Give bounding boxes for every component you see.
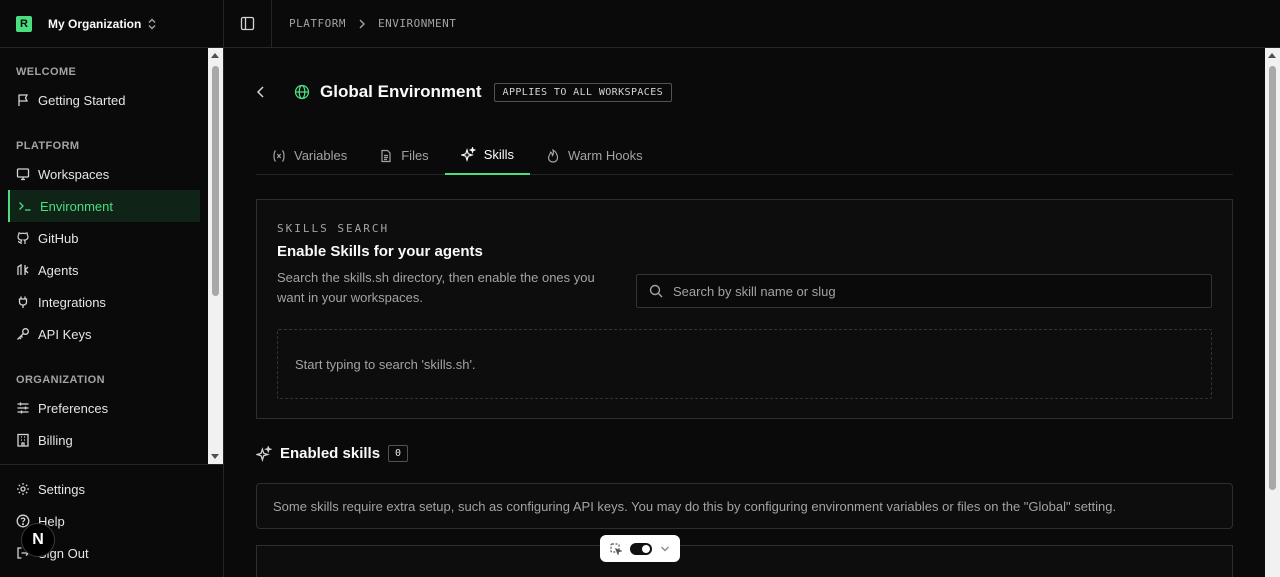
sidebar-item-billing[interactable]: Billing [0, 424, 208, 456]
sidebar: R My Organization WELCOME Getting Starte… [0, 0, 224, 577]
sidebar-item-environment[interactable]: Environment [8, 190, 200, 222]
tab-label: Variables [294, 148, 348, 163]
top-bar: PLATFORM ENVIRONMENT [224, 0, 1280, 48]
sidebar-item-label: GitHub [38, 230, 79, 246]
scroll-down-arrow-icon[interactable] [211, 454, 219, 459]
agents-icon [16, 263, 30, 277]
sidebar-toggle-button[interactable] [224, 0, 272, 48]
nav-section-platform: PLATFORM [16, 140, 80, 152]
monitor-icon [16, 167, 30, 181]
scope-badge: APPLIES TO ALL WORKSPACES [493, 82, 673, 102]
app: R My Organization WELCOME Getting Starte… [0, 0, 1280, 577]
gear-icon [16, 482, 30, 496]
sidebar-nav: WELCOME Getting Started PLATFORM Workspa… [0, 48, 208, 464]
sidebar-scrollbar[interactable] [208, 48, 223, 464]
skills-search-card: SKILLS SEARCH Enable Skills for your age… [256, 199, 1233, 419]
sidebar-item-github[interactable]: GitHub [0, 222, 208, 254]
sidebar-item-preferences[interactable]: Preferences [0, 392, 208, 424]
setup-note: Some skills require extra setup, such as… [256, 483, 1233, 529]
terminal-icon [18, 199, 32, 213]
sidebar-item-label: API Keys [38, 326, 92, 342]
skills-search-field[interactable] [636, 274, 1212, 308]
tab-bar: Variables Files Skills Warm Hooks [256, 136, 1233, 175]
sparkles-icon [256, 445, 272, 462]
scrollbar-thumb[interactable] [212, 66, 219, 296]
search-icon [649, 284, 663, 298]
tab-label: Warm Hooks [568, 148, 643, 163]
tab-label: Files [401, 148, 429, 163]
sidebar-item-api-keys[interactable]: API Keys [0, 318, 208, 350]
breadcrumb-environment: ENVIRONMENT [377, 17, 457, 30]
chevron-up-down-icon [147, 18, 157, 30]
main-scrollbar[interactable] [1265, 48, 1280, 577]
flag-icon [16, 93, 30, 107]
globe-icon [294, 84, 310, 100]
variable-icon [272, 149, 286, 163]
enabled-skills-list [256, 545, 1233, 577]
sidebar-item-settings[interactable]: Settings [0, 473, 223, 505]
panel-left-icon [240, 16, 255, 31]
file-icon [379, 149, 393, 163]
sidebar-item-label: Workspaces [38, 166, 110, 182]
sidebar-item-label: Settings [38, 481, 85, 497]
chevron-right-icon [358, 19, 366, 29]
sidebar-item-label: Preferences [38, 400, 109, 416]
scroll-up-arrow-icon[interactable] [1268, 53, 1276, 58]
tab-files[interactable]: Files [363, 136, 444, 175]
dev-toggle-switch[interactable] [630, 542, 652, 555]
breadcrumb-platform[interactable]: PLATFORM [289, 17, 346, 30]
sidebar-item-label: Getting Started [38, 92, 126, 108]
main-content: Global Environment APPLIES TO ALL WORKSP… [224, 48, 1265, 577]
page-title: Global Environment [320, 82, 482, 101]
sidebar-item-label: Integrations [38, 294, 106, 310]
sidebar-item-label: Environment [40, 198, 113, 214]
sliders-icon [16, 401, 30, 415]
tab-skills[interactable]: Skills [444, 136, 531, 175]
plug-icon [16, 295, 30, 309]
scroll-up-arrow-icon[interactable] [211, 53, 219, 58]
sidebar-item-agents[interactable]: Agents [0, 254, 208, 286]
pointer-icon[interactable] [610, 542, 622, 555]
chevron-down-icon[interactable] [660, 545, 670, 553]
sidebar-item-integrations[interactable]: Integrations [0, 286, 208, 318]
sidebar-item-getting-started[interactable]: Getting Started [0, 84, 208, 116]
sidebar-item-label: Agents [38, 262, 79, 278]
nav-section-welcome: WELCOME [16, 66, 77, 78]
skills-search-input[interactable] [673, 283, 1173, 299]
sidebar-item-workspaces[interactable]: Workspaces [0, 158, 208, 190]
key-icon [16, 327, 30, 341]
enabled-skills-title: Enabled skills [280, 445, 381, 462]
page-header: Global Environment APPLIES TO ALL WORKSP… [256, 82, 673, 102]
back-button[interactable] [256, 85, 284, 99]
tab-warm-hooks[interactable]: Warm Hooks [530, 136, 659, 175]
breadcrumb: PLATFORM ENVIRONMENT [289, 17, 456, 30]
section-kicker: SKILLS SEARCH [277, 222, 390, 235]
dev-toolbar[interactable] [600, 535, 680, 562]
org-switcher[interactable]: R My Organization [0, 0, 223, 48]
org-logo: R [16, 15, 32, 32]
section-title: Enable Skills for your agents [277, 243, 483, 260]
section-description: Search the skills.sh directory, then ena… [277, 270, 595, 305]
enabled-skills-header: Enabled skills 0 [256, 445, 409, 462]
search-empty-state: Start typing to search 'skills.sh'. [277, 329, 1212, 399]
sparkles-icon [460, 147, 476, 162]
nextjs-dev-indicator[interactable]: N [21, 523, 55, 557]
tab-variables[interactable]: Variables [256, 136, 363, 175]
github-icon [16, 231, 30, 245]
enabled-skills-count: 0 [388, 445, 409, 462]
nav-section-organization: ORGANIZATION [16, 374, 105, 386]
scrollbar-thumb[interactable] [1269, 66, 1276, 490]
tab-label: Skills [483, 147, 515, 162]
building-icon [16, 433, 30, 447]
sidebar-item-label: Billing [38, 432, 73, 448]
org-name: My Organization [48, 16, 142, 31]
flame-icon [546, 148, 560, 163]
